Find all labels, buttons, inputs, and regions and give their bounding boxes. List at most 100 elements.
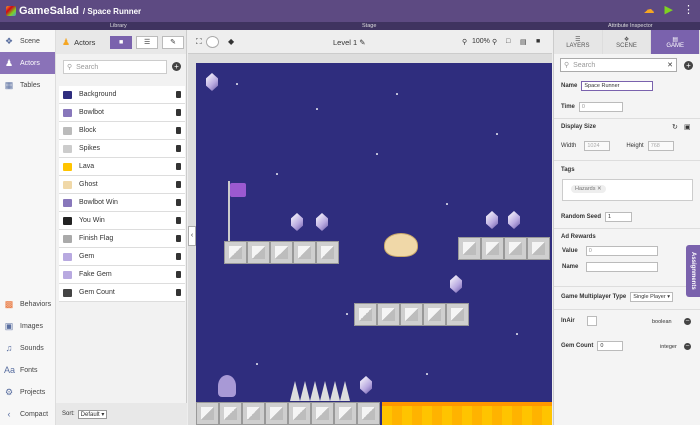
block[interactable] <box>219 402 242 425</box>
inspector-search-input[interactable]: ⚲ Search ✕ <box>560 58 677 72</box>
block[interactable] <box>247 241 270 264</box>
play-icon[interactable]: ▶ <box>665 3 673 16</box>
nav-compact[interactable]: ‹ Compact <box>0 403 56 425</box>
nav-scene[interactable]: ❖ Scene <box>0 30 55 52</box>
expand-icon[interactable]: ▣ <box>684 123 691 131</box>
nav-tables[interactable]: ▦ Tables <box>0 74 55 96</box>
camera-icon[interactable]: ◆ <box>228 37 234 46</box>
gem[interactable] <box>450 275 462 293</box>
refresh-icon[interactable]: ↻ <box>672 123 678 131</box>
height-field[interactable]: 768 <box>647 141 674 151</box>
grid-view-button[interactable]: ■ <box>110 35 133 49</box>
gem[interactable] <box>291 213 303 231</box>
block[interactable] <box>458 237 481 260</box>
gem-count-field[interactable]: 0 <box>597 341 624 351</box>
close-icon[interactable]: ✕ <box>667 61 673 69</box>
tab-game[interactable]: ▤ GAME <box>651 30 700 54</box>
nav-actors[interactable]: ♟ Actors <box>0 52 55 74</box>
block[interactable] <box>196 402 219 425</box>
block[interactable] <box>224 241 247 264</box>
more-menu-icon[interactable]: ⋮ <box>683 3 694 16</box>
spike[interactable] <box>330 381 340 401</box>
block[interactable] <box>527 237 550 260</box>
block[interactable] <box>311 402 334 425</box>
tab-layers[interactable]: ☰ LAYERS <box>554 30 603 54</box>
ad-name-field[interactable] <box>586 262 659 272</box>
gem[interactable] <box>508 211 520 229</box>
ad-value-field[interactable]: 0 <box>585 246 658 256</box>
trash-icon[interactable] <box>176 181 181 188</box>
nav-projects[interactable]: ⚙ Projects <box>0 381 56 403</box>
copy-icon[interactable]: □ <box>506 38 510 45</box>
nav-sounds[interactable]: ♫ Sounds <box>0 337 56 359</box>
spike[interactable] <box>290 381 300 401</box>
tab-scene[interactable]: ❖ SCENE <box>602 30 652 54</box>
trash-icon[interactable] <box>176 253 181 260</box>
actor-list-item[interactable]: Bowlbot Win <box>59 194 185 212</box>
block[interactable] <box>293 241 316 264</box>
block[interactable] <box>423 303 446 326</box>
level-title[interactable]: Level 1 ✎ <box>333 38 366 47</box>
actor-list-item[interactable]: Bowlbot <box>59 104 185 122</box>
close-icon[interactable]: ✕ <box>597 186 602 192</box>
collapse-left-button[interactable]: ‹ <box>188 226 196 246</box>
actor-list-item[interactable]: Gem <box>59 248 185 266</box>
scene-canvas[interactable] <box>196 63 552 425</box>
sort-select[interactable]: Default ▾ <box>77 409 108 419</box>
actor-list-item[interactable]: Fake Gem <box>59 266 185 284</box>
time-field[interactable]: 0 <box>578 102 623 112</box>
actor-list-item[interactable]: Gem Count <box>59 284 185 302</box>
list-view-button[interactable]: ☰ <box>136 35 159 49</box>
trash-icon[interactable] <box>176 109 181 116</box>
actor-list-item[interactable]: Lava <box>59 158 185 176</box>
spike[interactable] <box>300 381 310 401</box>
block[interactable] <box>400 303 423 326</box>
trash-icon[interactable] <box>176 91 181 98</box>
trash-icon[interactable] <box>176 217 181 224</box>
gem[interactable] <box>316 213 328 231</box>
gem[interactable] <box>206 73 218 91</box>
trash-icon[interactable] <box>176 127 181 134</box>
add-attribute-button[interactable]: + <box>684 61 693 70</box>
trash-icon[interactable] <box>176 145 181 152</box>
random-seed-field[interactable]: 1 <box>605 212 633 222</box>
nav-images[interactable]: ▣ Images <box>0 315 56 337</box>
assignments-tab[interactable]: Assignments <box>686 245 700 297</box>
library-search-input[interactable]: ⚲ Search <box>63 60 167 74</box>
remove-attribute-button[interactable]: – <box>684 343 691 350</box>
publish-icon[interactable]: ☁ <box>644 3 655 16</box>
name-field[interactable]: Space Runner <box>581 81 654 91</box>
nav-behaviors[interactable]: ▩ Behaviors <box>0 293 56 315</box>
gem[interactable] <box>360 376 372 394</box>
actor-list-item[interactable]: Finish Flag <box>59 230 185 248</box>
block[interactable] <box>316 241 339 264</box>
spike[interactable] <box>320 381 330 401</box>
trash-icon[interactable] <box>176 163 181 170</box>
trash-icon[interactable] <box>176 199 181 206</box>
delete-icon[interactable]: ■ <box>536 38 540 45</box>
multiplayer-select[interactable]: Single Player ▾ <box>630 292 673 302</box>
width-field[interactable]: 1024 <box>584 141 611 151</box>
lava[interactable] <box>382 402 552 425</box>
add-actor-button[interactable]: + <box>172 62 181 71</box>
inair-checkbox[interactable] <box>586 316 597 326</box>
tags-box[interactable]: Hazards ✕ <box>562 179 693 201</box>
zoom-in-icon[interactable]: ⚲ <box>492 38 497 46</box>
camera-frame-icon[interactable]: ⛶ <box>196 37 202 47</box>
block[interactable] <box>334 402 357 425</box>
block[interactable] <box>481 237 504 260</box>
ghost[interactable] <box>384 233 418 257</box>
actor-list-item[interactable]: Block <box>59 122 185 140</box>
block[interactable] <box>354 303 377 326</box>
bowlbot[interactable] <box>218 375 236 397</box>
block[interactable] <box>446 303 469 326</box>
block[interactable] <box>265 402 288 425</box>
actor-list-item[interactable]: Ghost <box>59 176 185 194</box>
block[interactable] <box>288 402 311 425</box>
trash-icon[interactable] <box>176 271 181 278</box>
trash-icon[interactable] <box>176 235 181 242</box>
block[interactable] <box>357 402 380 425</box>
paste-icon[interactable]: ▤ <box>520 38 527 46</box>
spike[interactable] <box>310 381 320 401</box>
nav-fonts[interactable]: Aa Fonts <box>0 359 56 381</box>
